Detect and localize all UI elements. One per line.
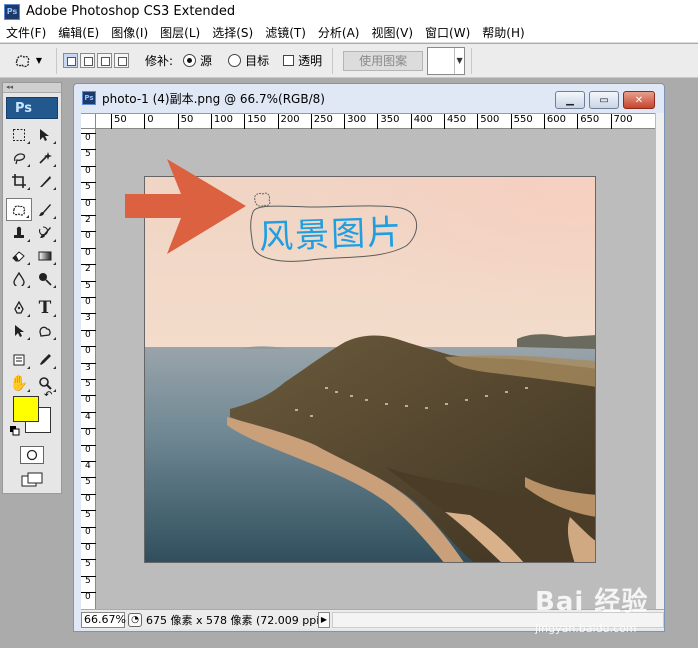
eraser-tool-icon[interactable] xyxy=(6,244,32,267)
quick-mask-icon xyxy=(26,449,38,461)
annotation-layer xyxy=(125,159,418,262)
menu-window[interactable]: 窗口(W) xyxy=(419,23,476,43)
menu-file[interactable]: 文件(F) xyxy=(0,23,52,43)
add-to-selection-button[interactable] xyxy=(80,53,95,68)
blur-tool-icon[interactable] xyxy=(6,267,32,290)
dodge-tool-icon[interactable] xyxy=(32,267,58,290)
lasso-tool-icon[interactable] xyxy=(6,146,32,169)
use-pattern-button[interactable]: 使用图案 xyxy=(343,50,424,71)
tool-preset-picker[interactable]: ▼ xyxy=(6,48,50,74)
foreground-color-swatch[interactable] xyxy=(13,396,39,422)
chevron-down-icon: ▼ xyxy=(35,56,43,65)
swap-colors-icon[interactable]: ↶ xyxy=(44,390,52,401)
red-arrow-icon xyxy=(125,159,246,254)
document-title: photo-1 (4)副本.png @ 66.7%(RGB/8) xyxy=(102,91,325,106)
ps-logo[interactable]: Ps xyxy=(6,97,58,119)
history-brush-tool-icon[interactable] xyxy=(32,221,58,244)
notes-tool-icon[interactable] xyxy=(6,348,32,371)
destination-radio[interactable]: 目标 xyxy=(228,52,269,69)
patch-label: 修补: xyxy=(145,54,174,68)
minimize-icon: ▁ xyxy=(566,94,574,106)
menu-filter[interactable]: 滤镜(T) xyxy=(259,23,312,43)
photoshop-app-icon: Ps xyxy=(4,3,20,20)
magic-wand-tool-icon[interactable] xyxy=(32,146,58,169)
menu-layer[interactable]: 图层(L) xyxy=(154,23,206,43)
subtract-from-selection-button[interactable] xyxy=(97,53,112,68)
annotation-text: 风景图片 xyxy=(258,212,404,258)
close-button[interactable]: ✕ xyxy=(623,91,655,109)
menu-help[interactable]: 帮助(H) xyxy=(476,23,530,43)
eyedropper-tool-icon[interactable] xyxy=(32,348,58,371)
toolbox: ◂◂ Ps T ✋ ↶ xyxy=(2,82,62,494)
screen-mode-button[interactable] xyxy=(20,471,46,489)
canvas-area[interactable]: 50 0 50 100 150 200 250 300 350 400 450 500 550 600 65… xyxy=(81,113,655,609)
pen-tool-icon[interactable] xyxy=(6,296,32,319)
menu-select[interactable]: 选择(S) xyxy=(206,23,259,43)
window-title: Adobe Photoshop CS3 Extended xyxy=(26,4,236,19)
type-tool-icon[interactable]: T xyxy=(32,296,58,319)
separator xyxy=(56,47,57,74)
patch-tool-icon xyxy=(15,54,30,67)
destination-radio-label: 目标 xyxy=(245,54,270,68)
screen-mode-icon xyxy=(21,472,43,487)
watermark-url: jingyan.baidu.com xyxy=(535,622,637,635)
menu-view[interactable]: 视图(V) xyxy=(365,23,419,43)
separator xyxy=(471,47,473,74)
clone-stamp-tool-icon[interactable] xyxy=(6,221,32,244)
gradient-tool-icon[interactable] xyxy=(32,244,58,267)
menu-edit[interactable]: 编辑(E) xyxy=(52,23,105,43)
new-selection-button[interactable] xyxy=(63,53,78,68)
menu-bar: 文件(F) 编辑(E) 图像(I) 图层(L) 选择(S) 滤镜(T) 分析(A… xyxy=(0,23,698,43)
source-radio[interactable]: 源 xyxy=(183,52,212,69)
baidu-watermark: Bai 经验 jingyan.baidu.com xyxy=(535,577,695,643)
toolbox-header[interactable]: ◂◂ xyxy=(3,83,61,93)
menu-image[interactable]: 图像(I) xyxy=(105,23,154,43)
menu-analysis[interactable]: 分析(A) xyxy=(312,23,366,43)
path-selection-tool-icon[interactable] xyxy=(6,319,32,342)
status-menu-arrow-icon[interactable]: ▶ xyxy=(318,611,330,628)
transparent-checkbox[interactable]: 透明 xyxy=(283,52,322,69)
intersect-selection-button[interactable] xyxy=(114,53,129,68)
brush-tool-icon[interactable] xyxy=(32,198,58,221)
move-tool-icon[interactable] xyxy=(32,123,58,146)
zoom-level-field[interactable]: 66.67% xyxy=(81,611,126,628)
custom-shape-tool-icon[interactable] xyxy=(32,319,58,342)
marquee-tool-icon[interactable] xyxy=(6,123,32,146)
maximize-button[interactable]: ▭ xyxy=(589,91,619,109)
crop-tool-icon[interactable] xyxy=(6,169,32,192)
default-colors-icon[interactable] xyxy=(10,425,20,436)
maximize-icon: ▭ xyxy=(599,94,609,106)
options-bar: ▼ 修补: 源 目标 透明 使用图案 ▼ xyxy=(0,44,698,78)
document-info: 675 像素 x 578 像素 (72.009 ppi) xyxy=(146,613,318,627)
pattern-picker[interactable]: ▼ xyxy=(427,46,466,75)
title-bar: Ps Adobe Photoshop CS3 Extended xyxy=(0,0,698,23)
patch-cursor-icon xyxy=(254,192,271,207)
quick-mask-button[interactable] xyxy=(20,446,44,464)
document-profile-icon[interactable]: ◔ xyxy=(128,612,142,627)
watermark-text: Bai 经验 xyxy=(535,587,649,617)
transparent-checkbox-label: 透明 xyxy=(298,54,323,68)
separator xyxy=(332,47,334,74)
hand-tool-icon[interactable]: ✋ xyxy=(6,371,32,394)
patch-tool-icon[interactable] xyxy=(6,198,32,221)
vertical-scrollbar[interactable] xyxy=(655,113,664,609)
document-title-bar[interactable]: Ps photo-1 (4)副本.png @ 66.7%(RGB/8) ▁ ▭ … xyxy=(74,84,664,112)
chevron-down-icon: ▼ xyxy=(454,47,464,74)
minimize-button[interactable]: ▁ xyxy=(555,91,585,109)
source-radio-label: 源 xyxy=(200,54,213,68)
destination-radio-dot[interactable] xyxy=(228,54,242,67)
close-icon: ✕ xyxy=(634,94,644,106)
document-window: Ps photo-1 (4)副本.png @ 66.7%(RGB/8) ▁ ▭ … xyxy=(73,83,665,632)
document-icon: Ps xyxy=(82,91,96,105)
transparent-checkbox-box[interactable] xyxy=(283,55,295,66)
slice-tool-icon[interactable] xyxy=(32,169,58,192)
source-radio-dot[interactable] xyxy=(183,54,197,67)
